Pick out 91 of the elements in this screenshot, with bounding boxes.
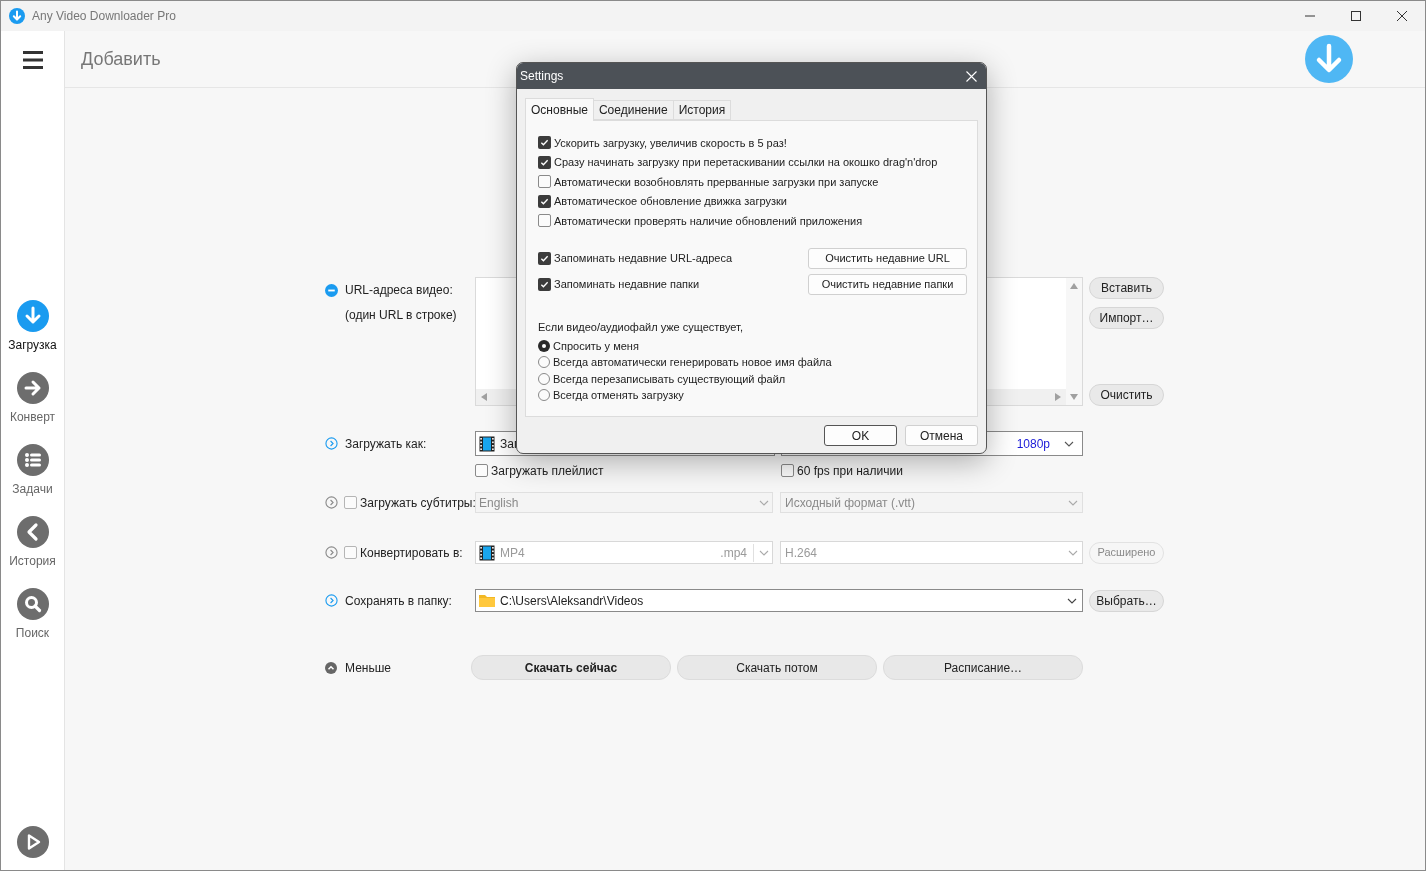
less-link[interactable]: Меньше <box>345 658 391 677</box>
window-title: Any Video Downloader Pro <box>32 8 176 25</box>
search-icon <box>16 588 49 620</box>
paste-button[interactable]: Вставить <box>1089 277 1164 299</box>
checkbox-label: Автоматически проверять наличие обновлений приложения <box>554 213 863 229</box>
radio-label: Всегда отменять загрузку <box>553 388 684 403</box>
checkbox-label: Ускорить загрузку, увеличив скорость в 5 раз! <box>554 135 787 151</box>
checkmark-icon <box>540 279 549 289</box>
chevron-down-icon <box>759 549 769 556</box>
checkmark-icon <box>540 196 549 206</box>
radio-button[interactable] <box>538 356 550 369</box>
dialog-title: Settings <box>520 68 564 85</box>
chevron-down-icon <box>1068 499 1078 506</box>
field-label: Конвертировать в: <box>360 544 463 562</box>
chevron-down-icon <box>1068 549 1078 556</box>
action-button[interactable]: Скачать потом <box>677 655 877 680</box>
radio-label: Спросить у меня <box>553 338 639 354</box>
checkbox[interactable] <box>538 155 551 169</box>
sidebar-item[interactable]: История <box>1 516 64 570</box>
tab[interactable]: История <box>673 100 732 120</box>
film-icon <box>479 435 495 452</box>
page-title: Добавить <box>81 47 161 71</box>
section-label: Если видео/аудиофайл уже существует, <box>538 319 744 335</box>
field-label: URL-адреса видео: <box>345 282 453 299</box>
field-label: Загружать как: <box>345 435 427 453</box>
chevron-circle-icon[interactable] <box>325 437 338 450</box>
checkbox[interactable] <box>538 175 551 189</box>
maximize-icon <box>1351 11 1361 21</box>
vertical-scrollbar[interactable] <box>1066 278 1082 405</box>
dialog-button[interactable]: Отмена <box>905 425 978 446</box>
folder-dropdown[interactable]: C:\Users\Aleksandr\Videos <box>475 589 1083 612</box>
radio-button[interactable] <box>538 372 550 385</box>
action-button[interactable]: Расписание… <box>883 655 1083 680</box>
scroll-up-icon[interactable] <box>1070 283 1078 289</box>
tab[interactable]: Соединение <box>593 100 674 120</box>
arrow-right-icon <box>16 372 49 404</box>
checkbox[interactable] <box>538 251 551 265</box>
checkbox-label: Загружать плейлист <box>491 462 604 480</box>
browse-button[interactable]: Выбрать… <box>1089 589 1164 612</box>
clear-button[interactable]: Очистить <box>1089 384 1164 406</box>
checkbox[interactable] <box>538 194 551 208</box>
app-icon <box>9 8 25 24</box>
chevron-circle-icon[interactable] <box>325 546 338 559</box>
checkbox-label: Автоматически возобновлять прерванные загрузки при запуске <box>554 174 879 190</box>
action-button[interactable]: Скачать сейчас <box>471 655 671 680</box>
tab[interactable]: Основные <box>525 98 594 121</box>
chevron-left-icon <box>16 516 49 548</box>
chevron-down-icon <box>759 499 769 506</box>
close-icon[interactable] <box>966 70 977 82</box>
scroll-down-icon[interactable] <box>1070 394 1078 400</box>
play-icon[interactable] <box>16 826 49 858</box>
sidebar-item[interactable]: Конверт <box>1 372 64 426</box>
list-icon <box>16 444 49 476</box>
sidebar-item[interactable]: Загрузка <box>1 300 64 354</box>
scroll-left-icon[interactable] <box>481 393 487 401</box>
checkbox[interactable] <box>781 464 794 477</box>
checkmark-icon <box>540 253 549 263</box>
checkbox-label: 60 fps при наличии <box>797 462 903 480</box>
field-label: Сохранять в папку: <box>345 592 452 610</box>
sidebar-item[interactable]: Задачи <box>1 444 64 498</box>
dialog-button[interactable]: OK <box>824 425 897 446</box>
close-icon <box>1397 11 1407 21</box>
checkbox[interactable] <box>538 214 551 228</box>
radio-label: Всегда перезаписывать существующий файл <box>553 371 786 387</box>
checkbox[interactable] <box>538 136 551 150</box>
chevron-down-icon <box>1067 597 1077 604</box>
field-label: Загружать субтитры: <box>360 494 476 512</box>
checkbox[interactable] <box>538 277 551 291</box>
clear-history-button[interactable]: Очистить недавние URL <box>808 247 967 269</box>
menu-icon[interactable] <box>22 51 43 69</box>
radio-button[interactable] <box>538 389 550 402</box>
radio-button[interactable] <box>538 339 550 352</box>
chevron-circle-icon[interactable] <box>325 594 338 607</box>
scroll-right-icon[interactable] <box>1055 393 1061 401</box>
download-icon <box>16 300 49 332</box>
film-icon <box>479 544 495 561</box>
field-hint: (один URL в строке) <box>345 307 458 324</box>
import-button[interactable]: Импорт… <box>1089 307 1164 329</box>
checkbox-label: Автоматическое обновление движка загрузки <box>554 194 787 209</box>
chevron-down-icon <box>1064 440 1074 447</box>
checkbox-label: Запоминать недавние папки <box>554 276 700 292</box>
checkbox-label: Запоминать недавние URL-адреса <box>554 250 733 266</box>
collapse-icon[interactable] <box>325 283 338 297</box>
radio-label: Всегда автоматически генерировать новое имя файла <box>553 355 832 370</box>
sidebar-item[interactable]: Поиск <box>1 588 64 642</box>
clear-history-button[interactable]: Очистить недавние папки <box>808 273 967 295</box>
folder-icon <box>479 594 495 607</box>
chevron-circle-icon[interactable] <box>325 496 338 509</box>
chevron-up-icon[interactable] <box>325 661 337 674</box>
checkbox[interactable] <box>475 464 488 477</box>
checkbox-label: Сразу начинать загрузку при перетаскивании ссылки на окошко drag'n'drop <box>554 155 938 170</box>
